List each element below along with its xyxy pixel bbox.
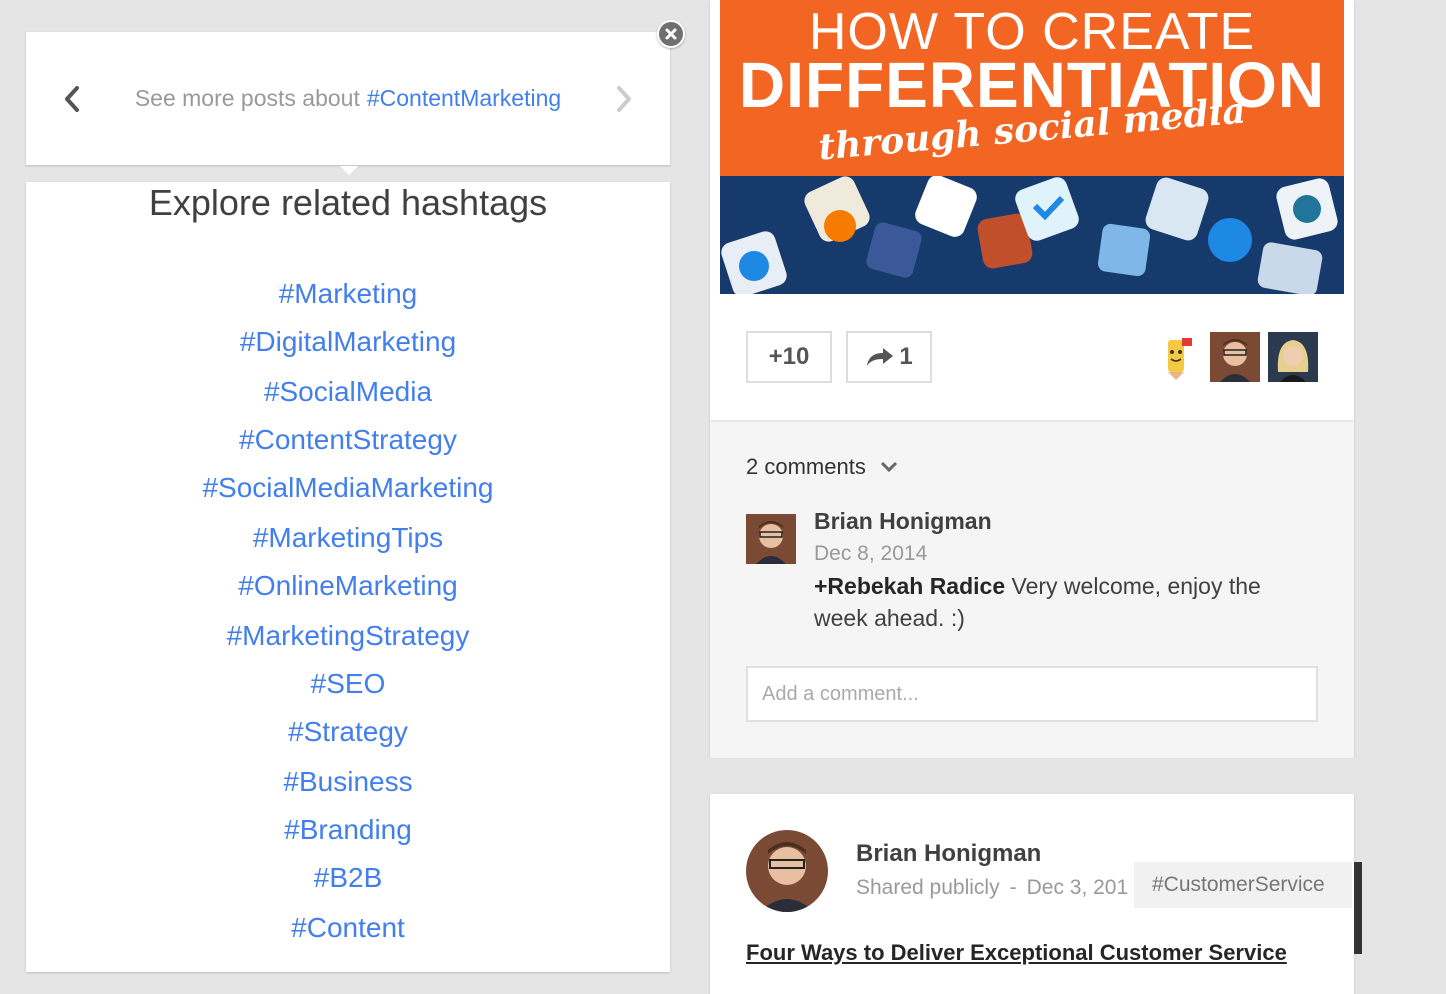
post-title[interactable]: Four Ways to Deliver Exceptional Custome… <box>746 940 1287 966</box>
related-hashtag-link[interactable]: #DigitalMarketing <box>26 326 670 358</box>
close-icon[interactable] <box>657 20 685 48</box>
hashtag-chip[interactable]: #CustomerService <box>1134 862 1352 908</box>
post-visibility: Shared publicly <box>856 876 1000 899</box>
add-comment-input[interactable] <box>746 666 1318 722</box>
meta-separator: - <box>1009 876 1017 899</box>
post-meta: Shared publicly - Dec 3, 201 <box>856 876 1128 900</box>
related-hashtag-link[interactable]: #OnlineMarketing <box>26 570 670 602</box>
post-author-avatar[interactable] <box>746 830 828 912</box>
social-icons-collage <box>720 176 1344 294</box>
next-arrow-icon[interactable] <box>614 84 634 120</box>
comments-toggle[interactable]: 2 comments <box>746 454 898 480</box>
scrollbar[interactable] <box>1354 862 1362 954</box>
see-more-prefix: See more posts about <box>134 85 360 111</box>
comments-count: 2 comments <box>746 454 866 479</box>
share-arrow-icon <box>867 348 894 366</box>
related-hashtags-heading: Explore related hashtags <box>148 182 548 223</box>
related-hashtag-link[interactable]: #Content <box>26 912 670 944</box>
avatar[interactable] <box>1210 332 1260 382</box>
related-hashtag-link[interactable]: #MarketingTips <box>26 522 670 554</box>
plus-one-button[interactable]: +10 <box>746 331 832 383</box>
post-author-name[interactable]: Brian Honigman <box>856 840 1041 868</box>
avatar[interactable] <box>1268 332 1318 382</box>
avatar[interactable] <box>1152 332 1202 382</box>
share-button[interactable]: 1 <box>846 331 932 383</box>
related-hashtag-link[interactable]: #SocialMediaMarketing <box>26 472 670 504</box>
chevron-down-icon <box>880 461 897 473</box>
see-more-hashtag-link[interactable]: #ContentMarketing <box>367 85 561 112</box>
see-more-text: See more posts about #ContentMarketing <box>26 32 670 165</box>
related-hashtag-link[interactable]: #Branding <box>26 814 670 846</box>
related-hashtag-link[interactable]: #ContentStrategy <box>26 424 670 456</box>
comment-mention[interactable]: +Rebekah Radice <box>814 573 1005 599</box>
related-hashtag-link[interactable]: #SEO <box>26 668 670 700</box>
banner-orange-panel: HOW TO CREATE DIFFERENTIATION through so… <box>720 0 1344 176</box>
related-hashtag-link[interactable]: #MarketingStrategy <box>26 620 670 652</box>
comment-author[interactable]: Brian Honigman <box>814 508 992 535</box>
comments-section: 2 comments Brian Honigman Dec 8, 2014 +R… <box>710 420 1354 758</box>
related-hashtag-link[interactable]: #Strategy <box>26 716 670 748</box>
card-notch <box>340 166 358 175</box>
post-image[interactable]: HOW TO CREATE DIFFERENTIATION through so… <box>720 0 1344 294</box>
related-hashtag-link[interactable]: #SocialMedia <box>26 376 670 408</box>
comment-date: Dec 8, 2014 <box>814 542 928 565</box>
related-hashtag-link[interactable]: #Marketing <box>26 278 670 310</box>
see-more-card: See more posts about #ContentMarketing <box>26 32 670 165</box>
comment-avatar[interactable] <box>746 514 796 564</box>
share-count: 1 <box>899 343 913 370</box>
post-card: HOW TO CREATE DIFFERENTIATION through so… <box>710 0 1354 758</box>
comment-text: +Rebekah Radice Very welcome, enjoy the … <box>814 570 1284 634</box>
related-hashtag-link[interactable]: #B2B <box>26 862 670 894</box>
related-hashtag-link[interactable]: #Business <box>26 766 670 798</box>
post-date[interactable]: Dec 3, 201 <box>1027 876 1129 899</box>
